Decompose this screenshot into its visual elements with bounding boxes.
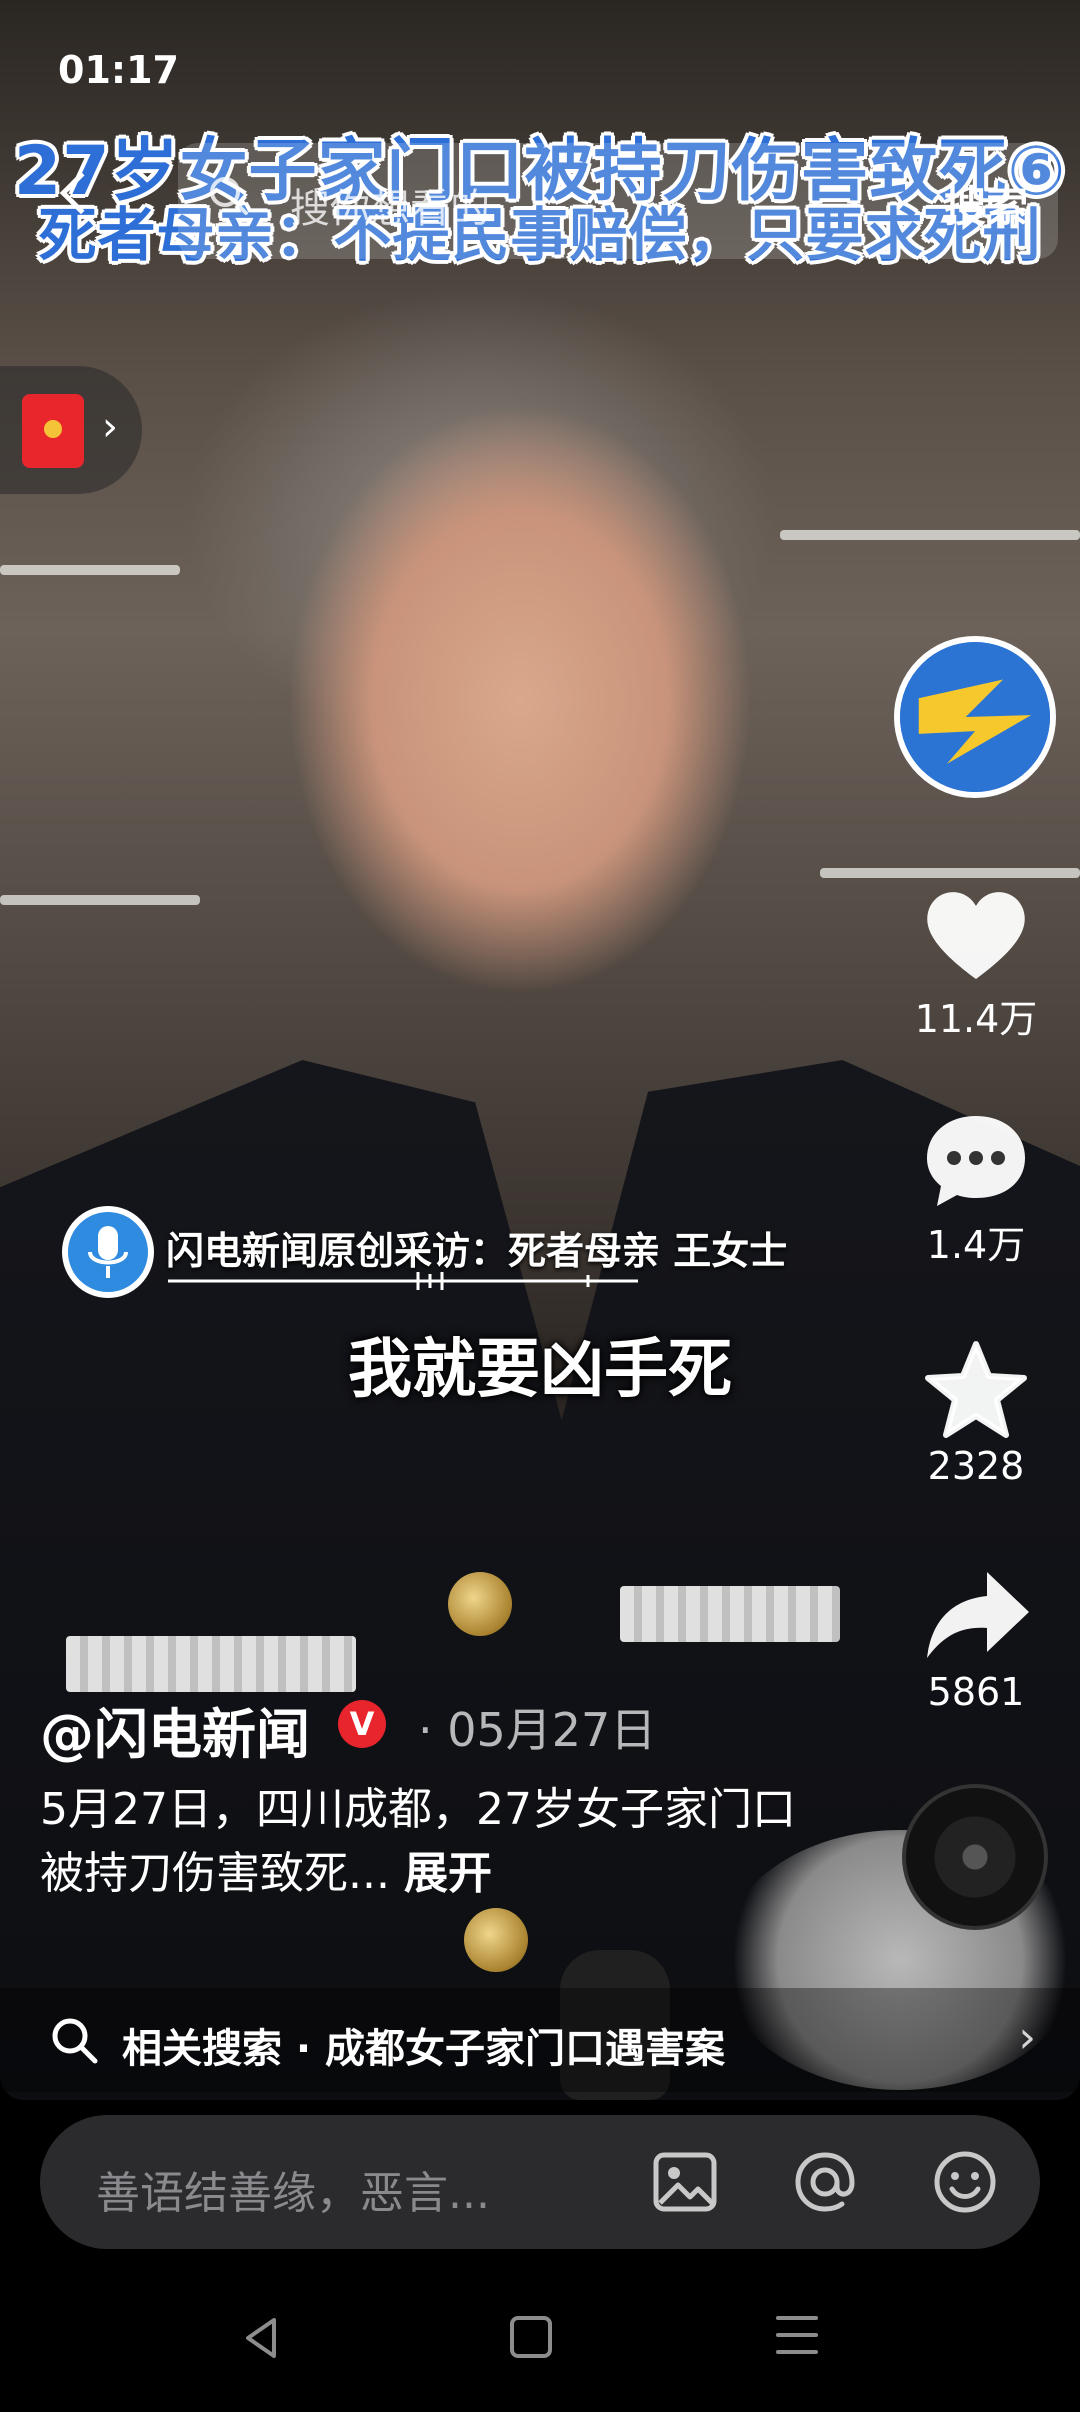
comment-icon: [927, 1116, 1025, 1206]
audio-waveform: [168, 1272, 638, 1290]
related-search-bar[interactable]: 相关搜索 · 成都女子家门口遇害案 ›: [0, 1988, 1080, 2092]
background-shelf: [820, 868, 1080, 878]
search-button[interactable]: 搜索: [944, 173, 1028, 234]
related-search-text: 相关搜索 · 成都女子家门口遇害案: [122, 2026, 726, 2072]
interview-label: 闪电新闻原创采访：死者母亲 王女士: [166, 1229, 788, 1273]
emoji-icon[interactable]: [930, 2147, 1000, 2217]
nav-back-icon[interactable]: [238, 2314, 286, 2362]
garment-button: [464, 1908, 528, 1972]
microphone-icon: [88, 1226, 128, 1278]
search-icon: [52, 2018, 98, 2064]
at-icon[interactable]: [790, 2147, 860, 2217]
background-shelf: [0, 895, 200, 905]
back-icon: [59, 171, 103, 215]
interview-badge: [62, 1206, 154, 1298]
video-subtitle: 我就要凶手死: [348, 1333, 732, 1407]
redpacket-icon: [22, 394, 84, 468]
search-placeholder: 搜你想看的: [290, 186, 490, 232]
favorite-count: 2328: [927, 1444, 1025, 1488]
image-icon[interactable]: [650, 2147, 720, 2217]
verified-badge: V: [338, 1700, 386, 1748]
chevron-right-icon: ›: [1018, 2012, 1036, 2063]
author-name[interactable]: @闪电新闻: [40, 1690, 310, 1769]
comment-placeholder: 善语结善缘，恶言...: [96, 2168, 490, 2219]
heart-icon: [927, 892, 1025, 979]
lightning-logo-icon: [900, 642, 1050, 792]
back-button[interactable]: [48, 168, 108, 228]
share-icon: [927, 1572, 1029, 1658]
system-nav-bar: [0, 2260, 1080, 2412]
nav-recents-icon[interactable]: [776, 2316, 818, 2358]
nav-home-icon[interactable]: [510, 2316, 552, 2358]
status-time: 01:17: [58, 48, 179, 92]
music-disc-icon[interactable]: [902, 1784, 1048, 1930]
search-bar[interactable]: 搜你想看的 搜索: [178, 143, 1058, 259]
search-icon: [210, 177, 248, 215]
like-count: 11.4万: [914, 997, 1038, 1041]
lace-trim: [620, 1586, 840, 1642]
post-date: · 05月27日: [418, 1703, 657, 1757]
share-button[interactable]: 5861: [900, 1566, 1052, 1714]
chevron-right-icon: ›: [102, 404, 118, 450]
comment-input[interactable]: 善语结善缘，恶言...: [40, 2115, 1040, 2249]
comment-count: 1.4万: [926, 1223, 1026, 1267]
expand-button[interactable]: 展开: [404, 1848, 492, 1899]
background-shelf: [0, 565, 180, 575]
comment-bar: 善语结善缘，恶言...: [0, 2100, 1080, 2260]
lace-trim: [66, 1636, 356, 1692]
redpacket-button[interactable]: ›: [0, 366, 142, 494]
comment-button[interactable]: 1.4万: [900, 1110, 1052, 1269]
author-avatar[interactable]: [894, 636, 1056, 798]
share-count: 5861: [927, 1670, 1025, 1714]
garment-button: [448, 1572, 512, 1636]
like-button[interactable]: 11.4万: [900, 884, 1052, 1043]
background-shelf: [780, 530, 1080, 540]
post-caption[interactable]: 5月27日，四川成都，27岁女子家门口被持刀伤害致死... 展开: [40, 1778, 800, 1906]
